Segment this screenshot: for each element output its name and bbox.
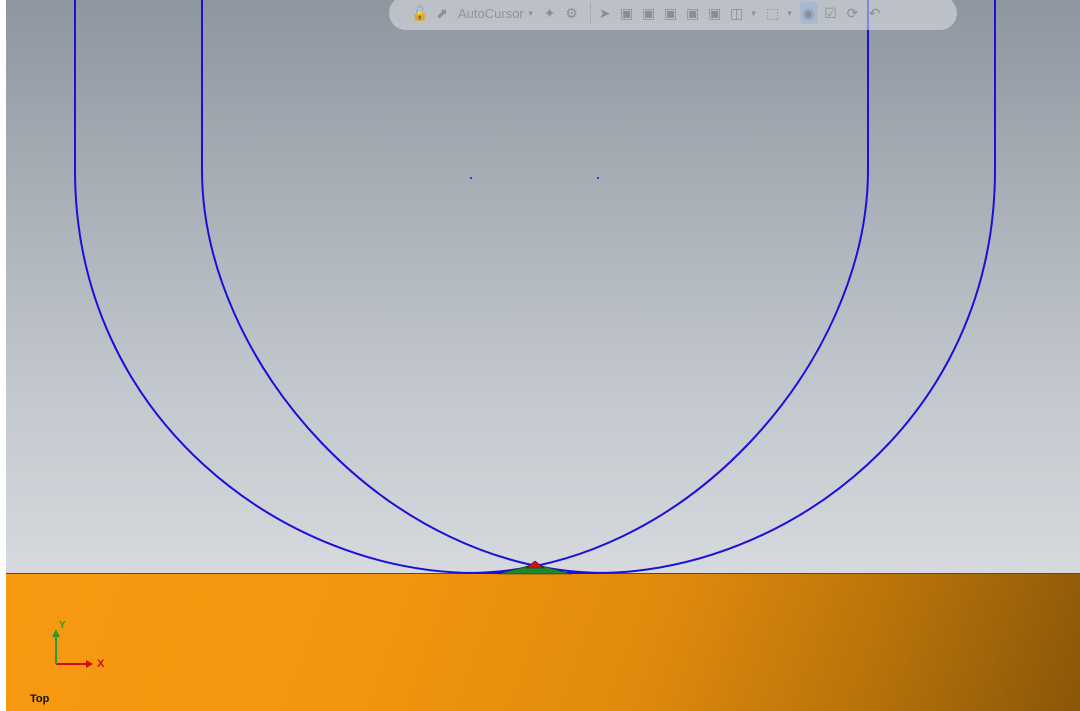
axis-y-label: Y: [59, 620, 66, 631]
checkbox-select-icon[interactable]: ☑: [822, 2, 840, 24]
toolbar-separator: [589, 2, 591, 24]
heads-up-toolbar: 🔓 ⬈ AutoCursor ▼ ✦ ⚙ ➤ ▣ ▣ ▣ ▣ ▣ ◫ ▼ ⬚ ▼…: [389, 0, 957, 30]
view-name-label: Top: [30, 693, 50, 705]
select-box-icon[interactable]: ◫: [728, 2, 746, 24]
right-u-curve[interactable]: [546, 0, 996, 574]
axis-x-arrow: [86, 660, 93, 668]
center-point-marker: [470, 177, 472, 179]
undo-arrow-icon[interactable]: ↶: [866, 2, 884, 24]
view-cube-3-icon[interactable]: ▣: [662, 2, 680, 24]
select-cursor-icon[interactable]: ⬈: [433, 2, 451, 24]
chevron-down-icon[interactable]: ▼: [786, 9, 794, 18]
left-u-curve[interactable]: [74, 0, 526, 574]
left-u-inner-curve[interactable]: [201, 0, 607, 574]
center-point-marker: [597, 177, 599, 179]
marquee-select-icon[interactable]: ⬚: [764, 2, 782, 24]
chevron-down-icon[interactable]: ▼: [527, 9, 535, 18]
cursor-mode-dropdown[interactable]: AutoCursor: [455, 6, 527, 21]
view-cube-2-icon[interactable]: ▣: [640, 2, 658, 24]
3d-viewport[interactable]: X Y Top 🔓 ⬈ AutoCursor ▼ ✦ ⚙ ➤ ▣ ▣ ▣ ▣ ▣…: [6, 0, 1080, 711]
pointer-icon[interactable]: ➤: [596, 2, 614, 24]
view-cube-4-icon[interactable]: ▣: [684, 2, 702, 24]
rotate-icon[interactable]: ⟳: [844, 2, 862, 24]
display-toggle-icon[interactable]: ◉: [799, 2, 818, 24]
lock-icon[interactable]: 🔓: [411, 2, 429, 24]
view-cube-5-icon[interactable]: ▣: [706, 2, 724, 24]
axis-x-label: X: [97, 658, 105, 670]
magic-wand-icon[interactable]: ✦: [541, 2, 559, 24]
view-cube-1-icon[interactable]: ▣: [618, 2, 636, 24]
scene-graphics: [52, 0, 996, 668]
chevron-down-icon[interactable]: ▼: [750, 9, 758, 18]
gear-icon[interactable]: ⚙: [563, 2, 581, 24]
right-u-inner-curve[interactable]: [465, 0, 869, 574]
